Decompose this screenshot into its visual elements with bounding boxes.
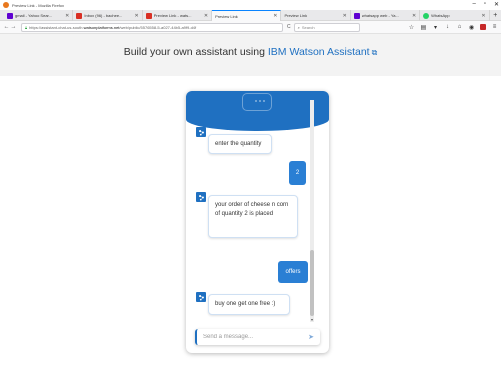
window-controls: – ▫ ✕ [472,1,499,8]
whatsapp-icon [423,12,430,19]
bot-avatar-icon [196,292,206,302]
pocket-icon[interactable]: ▾ [432,24,439,31]
maximize-button[interactable]: ▫ [484,1,486,8]
extension-icon[interactable] [480,24,486,30]
home-icon[interactable]: ⌂ [456,24,463,30]
message-input[interactable] [203,334,309,340]
url-text: https://assistant-chat-us-south.watsonpl… [29,24,197,30]
tab-label: WhatsApp [431,13,450,18]
window-title: Preview Link - Mozilla Firefox [12,2,65,8]
scroll-thumb[interactable] [310,250,314,316]
navigation-bar: ← → 🔒︎ https://assistant-chat-us-south.w… [0,21,501,34]
watson-assistant-link[interactable]: IBM Watson Assistant [268,46,370,58]
download-icon[interactable]: ↓ [444,24,451,30]
bot-message: enter the quantity [208,134,272,154]
bot-message: buy one get one free :) [208,294,290,315]
close-icon[interactable]: ✕ [412,13,416,19]
tab-preview-watson[interactable]: Preview Link - wats... ✕ [143,10,213,21]
forward-button[interactable]: → [10,24,17,30]
close-icon[interactable]: ✕ [204,13,208,19]
close-icon[interactable]: ✕ [135,13,139,19]
message-composer: ➤ [195,329,320,345]
sync-icon[interactable]: ◉ [468,24,475,31]
page-title: Build your own assistant using IBM Watso… [123,46,378,58]
user-message: offers [278,261,308,283]
page-header: Build your own assistant using IBM Watso… [0,34,501,76]
url-bar[interactable]: 🔒︎ https://assistant-chat-us-south.watso… [21,22,283,32]
tab-strip: gmail - Yahoo Sear... ✕ Inbox (96) - bac… [0,10,501,21]
tab-preview-link[interactable]: Preview Link ✕ [281,10,351,21]
yahoo-icon [7,12,13,19]
bot-avatar-icon [196,127,206,137]
lock-icon: 🔒︎ [25,24,28,30]
toolbar-icons: ☆ ▤ ▾ ↓ ⌂ ◉ ≡ [408,24,498,31]
scroll-down-arrow[interactable]: ▾ [310,317,314,322]
menu-icon[interactable]: ≡ [491,24,498,30]
close-icon[interactable]: ✕ [65,13,69,19]
gmail-icon [76,12,83,19]
send-icon[interactable]: ➤ [308,333,314,341]
close-window-button[interactable]: ✕ [494,1,499,8]
launch-icon[interactable]: ⧉ [372,48,378,57]
close-icon[interactable]: ✕ [343,13,347,19]
user-message: 2 [289,161,306,185]
search-icon: ⌕ [297,24,300,30]
tab-label: Inbox (96) - bachee... [84,13,123,18]
chat-scrollbar[interactable]: ▾ [310,100,314,322]
tab-label: Preview Link [215,13,238,19]
firefox-icon [3,2,9,8]
minimize-button[interactable]: – [472,1,475,8]
tab-label: gmail - Yahoo Sear... [15,13,52,18]
library-icon[interactable]: ▤ [420,24,427,31]
star-icon[interactable]: ☆ [408,24,415,31]
tab-label: Preview Link [284,13,308,18]
tab-yahoo-gmail[interactable]: gmail - Yahoo Sear... ✕ [4,10,74,21]
tab-label: Preview Link - wats... [153,13,192,18]
tab-whatsapp[interactable]: WhatsApp ✕ [420,10,490,21]
chat-bubble-icon [242,93,272,111]
search-bar[interactable]: ⌕ Search [293,22,360,32]
tab-preview-link-active[interactable]: Preview Link ✕ [212,10,282,21]
reload-icon[interactable]: C [287,24,291,30]
tab-inbox[interactable]: Inbox (96) - bachee... ✕ [73,10,143,21]
search-placeholder: Search [301,24,315,30]
tab-label: whatsapp web - Ya... [361,13,399,18]
bot-avatar-icon [196,192,206,202]
back-button[interactable]: ← [3,24,10,30]
gmail-icon [145,12,152,19]
window-titlebar: Preview Link - Mozilla Firefox – ▫ ✕ [0,0,501,10]
close-icon[interactable]: ✕ [273,13,277,19]
yahoo-icon [353,12,360,19]
bot-message: your order of cheese n corn of quantity … [208,195,298,238]
tab-yahoo-whatsapp[interactable]: whatsapp web - Ya... ✕ [351,10,421,21]
new-tab-button[interactable]: + [490,10,501,20]
close-icon[interactable]: ✕ [481,13,485,19]
